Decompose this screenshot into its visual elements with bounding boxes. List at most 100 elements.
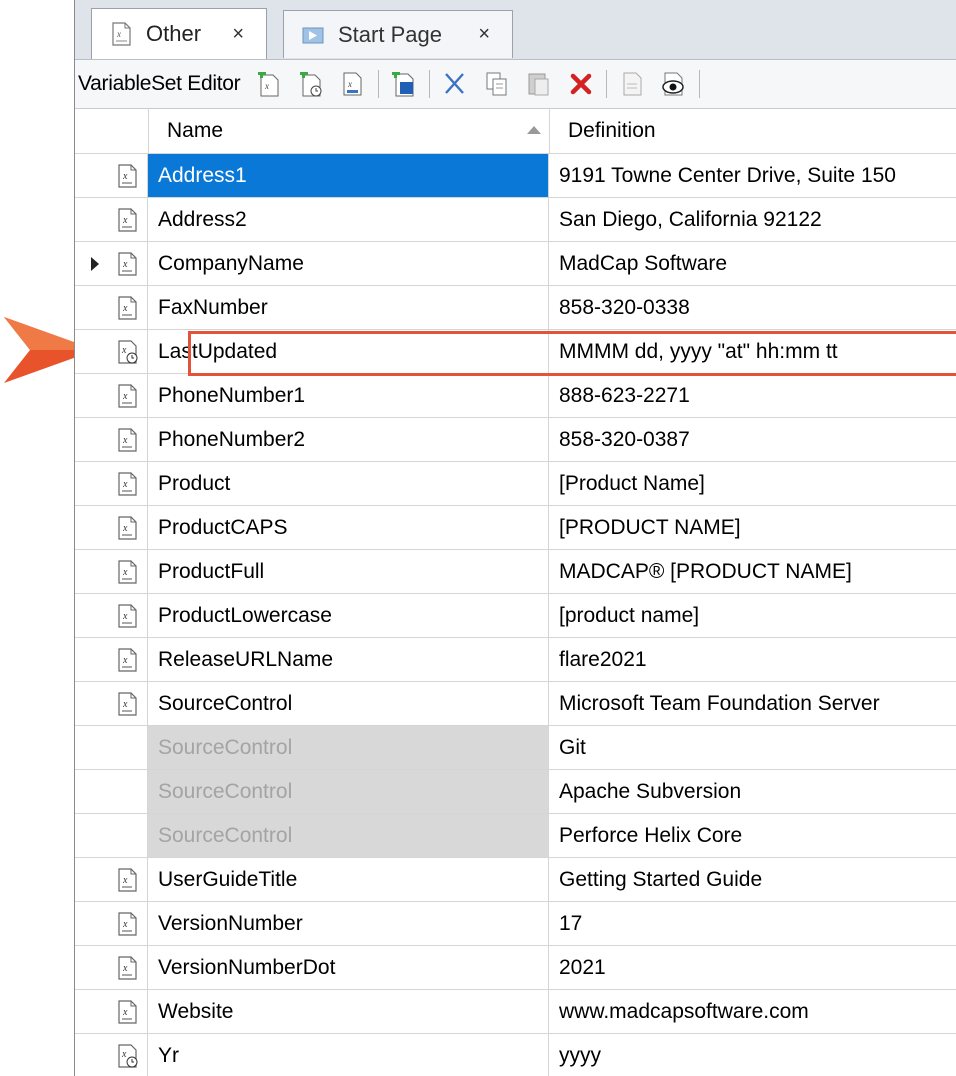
- variable-name-cell[interactable]: LastUpdated: [148, 330, 549, 373]
- table-row[interactable]: x Product [Product Name]: [75, 462, 956, 506]
- variable-name-cell[interactable]: Yr: [148, 1034, 549, 1076]
- add-datetime-variable-button[interactable]: [296, 69, 326, 99]
- variable-definition-cell[interactable]: [PRODUCT NAME]: [549, 506, 956, 549]
- table-row[interactable]: SourceControl Apache Subversion: [75, 770, 956, 814]
- text-variable-icon: x: [118, 912, 137, 936]
- table-row[interactable]: x Address1 9191 Towne Center Drive, Suit…: [75, 154, 956, 198]
- expand-arrow-icon[interactable]: [91, 257, 99, 271]
- variable-definition: MadCap Software: [559, 251, 728, 275]
- variable-name-cell[interactable]: FaxNumber: [148, 286, 549, 329]
- cut-button[interactable]: [440, 69, 470, 99]
- tab-start-page-close-icon[interactable]: ×: [478, 23, 490, 46]
- table-row[interactable]: x Website www.madcapsoftware.com: [75, 990, 956, 1034]
- table-row[interactable]: x Yr yyyy: [75, 1034, 956, 1076]
- table-row[interactable]: x ProductLowercase [product name]: [75, 594, 956, 638]
- row-icon-cell: x: [75, 330, 148, 373]
- table-row[interactable]: x Address2 San Diego, California 92122: [75, 198, 956, 242]
- variable-name: Product: [158, 471, 231, 495]
- svg-text:x: x: [122, 919, 128, 930]
- variable-definition-cell[interactable]: 9191 Towne Center Drive, Suite 150: [549, 154, 956, 197]
- svg-text:x: x: [116, 29, 121, 39]
- variable-definition-cell[interactable]: 858-320-0387: [549, 418, 956, 461]
- variable-name-cell[interactable]: ProductCAPS: [148, 506, 549, 549]
- tab-other[interactable]: x Other ×: [91, 8, 267, 59]
- variable-name-cell[interactable]: CompanyName: [148, 242, 549, 285]
- variable-name-cell[interactable]: SourceControl: [148, 770, 549, 813]
- edit-variable-button[interactable]: x: [338, 69, 368, 99]
- table-row[interactable]: SourceControl Git: [75, 726, 956, 770]
- variable-definition-cell[interactable]: MMMM dd, yyyy "at" hh:mm tt: [549, 330, 956, 373]
- variable-name-cell[interactable]: Product: [148, 462, 549, 505]
- variable-name-cell[interactable]: PhoneNumber2: [148, 418, 549, 461]
- variable-name-cell[interactable]: Website: [148, 990, 549, 1033]
- variable-definition-cell[interactable]: MADCAP® [PRODUCT NAME]: [549, 550, 956, 593]
- variable-name-cell[interactable]: SourceControl: [148, 814, 549, 857]
- text-variable-icon: x: [118, 472, 137, 496]
- variable-definition-cell[interactable]: flare2021: [549, 638, 956, 681]
- variable-name-cell[interactable]: ProductLowercase: [148, 594, 549, 637]
- add-definition-button[interactable]: [389, 69, 419, 99]
- row-icon-cell: x: [75, 594, 148, 637]
- variable-name-cell[interactable]: SourceControl: [148, 726, 549, 769]
- table-row[interactable]: x SourceControl Microsoft Team Foundatio…: [75, 682, 956, 726]
- table-row[interactable]: x VersionNumberDot 2021: [75, 946, 956, 990]
- text-variable-icon: x: [118, 208, 137, 232]
- svg-text:x: x: [122, 479, 128, 490]
- variable-name-cell[interactable]: Address1: [148, 154, 549, 197]
- paste-button[interactable]: [524, 69, 554, 99]
- variable-name-cell[interactable]: UserGuideTitle: [148, 858, 549, 901]
- variable-name-cell[interactable]: VersionNumberDot: [148, 946, 549, 989]
- svg-text:x: x: [121, 1049, 127, 1060]
- table-row[interactable]: x CompanyName MadCap Software: [75, 242, 956, 286]
- table-row[interactable]: x ReleaseURLName flare2021: [75, 638, 956, 682]
- table-row[interactable]: x ProductFull MADCAP® [PRODUCT NAME]: [75, 550, 956, 594]
- show-hide-button[interactable]: [659, 69, 689, 99]
- variable-definition-cell[interactable]: www.madcapsoftware.com: [549, 990, 956, 1033]
- variable-definition-cell[interactable]: 2021: [549, 946, 956, 989]
- variable-definition-cell[interactable]: yyyy: [549, 1034, 956, 1076]
- table-row[interactable]: x VersionNumber 17: [75, 902, 956, 946]
- variable-definition-cell[interactable]: 17: [549, 902, 956, 945]
- variable-definition-cell[interactable]: Git: [549, 726, 956, 769]
- variable-definition-cell[interactable]: Perforce Helix Core: [549, 814, 956, 857]
- table-row[interactable]: x LastUpdated MMMM dd, yyyy "at" hh:mm t…: [75, 330, 956, 374]
- name-column-header[interactable]: Name: [149, 109, 550, 153]
- variable-definition-cell[interactable]: 888-623-2271: [549, 374, 956, 417]
- definition-column-header[interactable]: Definition: [550, 109, 956, 153]
- variable-name-cell[interactable]: SourceControl: [148, 682, 549, 725]
- table-row[interactable]: x FaxNumber 858-320-0338: [75, 286, 956, 330]
- table-row[interactable]: SourceControl Perforce Helix Core: [75, 814, 956, 858]
- delete-button[interactable]: [566, 69, 596, 99]
- tab-other-close-icon[interactable]: ×: [232, 23, 244, 46]
- variable-definition-cell[interactable]: MadCap Software: [549, 242, 956, 285]
- tab-start-page[interactable]: Start Page ×: [283, 10, 513, 58]
- table-row[interactable]: x PhoneNumber1 888-623-2271: [75, 374, 956, 418]
- table-row[interactable]: x ProductCAPS [PRODUCT NAME]: [75, 506, 956, 550]
- table-row[interactable]: x PhoneNumber2 858-320-0387: [75, 418, 956, 462]
- variable-name-cell[interactable]: ProductFull: [148, 550, 549, 593]
- variable-definition-cell[interactable]: Getting Started Guide: [549, 858, 956, 901]
- text-variable-icon: x: [118, 296, 137, 320]
- variable-name-cell[interactable]: PhoneNumber1: [148, 374, 549, 417]
- variable-definition-cell[interactable]: San Diego, California 92122: [549, 198, 956, 241]
- delete-x-icon: [571, 73, 592, 95]
- variable-definition-cell[interactable]: Microsoft Team Foundation Server: [549, 682, 956, 725]
- tab-other-label: Other: [146, 21, 202, 46]
- add-text-variable-button[interactable]: x: [254, 69, 284, 99]
- text-variable-icon: x: [118, 692, 137, 716]
- header-icon-column: [75, 109, 149, 153]
- variable-name-cell[interactable]: Address2: [148, 198, 549, 241]
- variable-definition-cell[interactable]: 858-320-0338: [549, 286, 956, 329]
- copy-button[interactable]: [482, 69, 512, 99]
- table-row[interactable]: x UserGuideTitle Getting Started Guide: [75, 858, 956, 902]
- variable-definition-cell[interactable]: [product name]: [549, 594, 956, 637]
- scissors-icon: [445, 73, 465, 94]
- eye-icon: [662, 72, 685, 96]
- variable-name-cell[interactable]: VersionNumber: [148, 902, 549, 945]
- text-variable-icon: x: [118, 384, 137, 408]
- variable-name-cell[interactable]: ReleaseURLName: [148, 638, 549, 681]
- properties-button[interactable]: [617, 69, 647, 99]
- variable-definition-cell[interactable]: Apache Subversion: [549, 770, 956, 813]
- variable-definition: 888-623-2271: [559, 383, 690, 407]
- variable-definition-cell[interactable]: [Product Name]: [549, 462, 956, 505]
